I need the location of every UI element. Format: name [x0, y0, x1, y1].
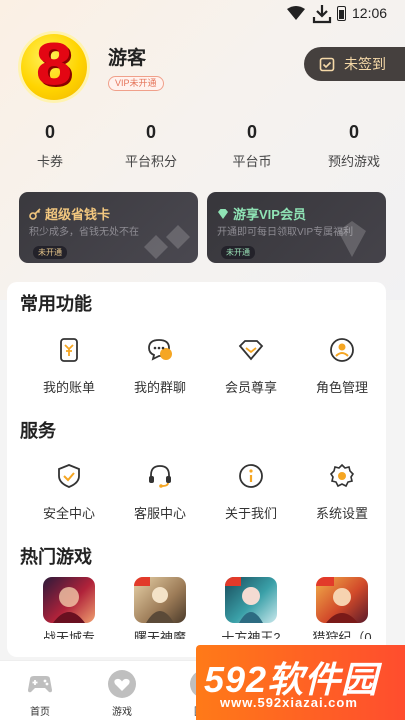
function-my-bill[interactable]: 我的账单	[24, 336, 114, 396]
game-name[interactable]: 战天城专	[24, 631, 114, 639]
stat-reserved-games[interactable]: 0 预约游戏	[304, 122, 404, 170]
stat-value: 0	[246, 122, 257, 142]
stat-value: 0	[348, 122, 359, 142]
vip-card-title: 游享VIP会员	[233, 207, 306, 222]
stat-coins[interactable]: 0 平台币	[202, 122, 302, 170]
savings-card[interactable]: 超级省钱卡 积少成多，省钱无处不在 未开通	[19, 192, 198, 263]
calendar-check-icon	[319, 57, 335, 72]
gamepad-icon	[28, 676, 52, 693]
nav-label: 首页	[30, 707, 50, 718]
stat-label: 卡券	[36, 154, 63, 169]
game-thumbnail[interactable]	[134, 577, 186, 623]
heart-icon	[108, 670, 136, 698]
vip-card-badge: 未开通	[221, 246, 255, 259]
status-time: 12:06	[352, 5, 388, 21]
checkin-label: 未签到	[344, 56, 386, 72]
bill-icon	[60, 338, 78, 362]
game-art-icon	[316, 577, 358, 623]
game-art-icon	[225, 577, 263, 623]
function-vip-privilege[interactable]: 会员尊享	[206, 336, 296, 396]
section-title-hot-games: 热门游戏	[20, 547, 92, 567]
function-label: 客服中心	[133, 506, 186, 521]
savings-card-title: 超级省钱卡	[45, 207, 111, 222]
game-thumbnail[interactable]	[316, 577, 368, 623]
stat-label: 预约游戏	[327, 154, 380, 169]
function-label: 关于我们	[224, 506, 277, 521]
watermark-url: www.592xiazai.com	[220, 695, 358, 710]
info-icon	[239, 464, 263, 488]
savings-card-title-row: 超级省钱卡	[29, 204, 110, 223]
shield-icon	[58, 464, 80, 488]
savings-card-desc: 积少成多，省钱无处不在	[29, 227, 139, 238]
nav-games[interactable]: 游戏	[92, 669, 152, 718]
status-bar: 12:06	[0, 0, 405, 28]
service-system-settings[interactable]: 系统设置	[297, 462, 387, 522]
avatar[interactable]: 8	[21, 34, 87, 100]
key-icon	[29, 207, 41, 220]
stat-points[interactable]: 0 平台积分	[101, 122, 201, 170]
function-label: 角色管理	[315, 380, 368, 395]
section-title-common: 常用功能	[20, 294, 92, 314]
headset-icon	[149, 465, 171, 488]
group-chat-icon	[148, 339, 172, 361]
stat-coupons[interactable]: 0 卡券	[0, 122, 100, 170]
vip-card-title-row: 游享VIP会员	[217, 204, 306, 223]
game-art-icon	[53, 587, 85, 623]
gear-icon	[329, 463, 355, 488]
vip-status-badge: VIP未开通	[108, 76, 164, 91]
function-label: 系统设置	[315, 506, 368, 521]
diamond-icon	[218, 208, 228, 219]
card-decoration-icon	[144, 225, 190, 259]
service-customer-center[interactable]: 客服中心	[115, 462, 205, 522]
nav-label: 游戏	[112, 707, 132, 718]
function-label: 我的群聊	[133, 380, 186, 395]
function-label: 我的账单	[42, 380, 95, 395]
vip-card[interactable]: 游享VIP会员 开通即可每日领取VIP专属福利 未开通	[207, 192, 386, 263]
game-name[interactable]: 猎狩纪（0	[297, 631, 387, 639]
function-label: 安全中心	[42, 506, 95, 521]
game-name[interactable]: 十方神王2	[206, 631, 296, 639]
service-about-us[interactable]: 关于我们	[206, 462, 296, 522]
stat-label: 平台积分	[124, 154, 177, 169]
function-group-chat[interactable]: 我的群聊	[115, 336, 205, 396]
diamond-icon	[238, 340, 264, 361]
game-thumbnail[interactable]	[43, 577, 95, 623]
wifi-icon	[287, 6, 305, 20]
game-name[interactable]: 曙天神魔	[115, 631, 205, 639]
stat-label: 平台币	[232, 154, 272, 169]
function-label: 会员尊享	[224, 380, 277, 395]
savings-card-badge: 未开通	[33, 246, 67, 259]
avatar-text: 8	[34, 33, 74, 98]
battery-icon	[337, 6, 346, 21]
nav-home[interactable]: 首页	[10, 669, 70, 718]
function-role-management[interactable]: 角色管理	[297, 336, 387, 396]
game-art-icon	[134, 577, 174, 623]
card-decoration-icon	[338, 221, 366, 257]
game-thumbnail[interactable]	[225, 577, 277, 623]
user-icon	[330, 338, 354, 362]
stat-value: 0	[44, 122, 55, 142]
download-icon	[312, 5, 332, 24]
stats-row: 0 卡券 0 平台积分 0 平台币 0 预约游戏	[0, 122, 405, 172]
stat-value: 0	[145, 122, 156, 142]
watermark: 592软件园 www.592xiazai.com	[196, 645, 405, 720]
section-title-service: 服务	[20, 421, 56, 441]
checkin-button[interactable]: 未签到	[304, 47, 405, 81]
service-security-center[interactable]: 安全中心	[24, 462, 114, 522]
username[interactable]: 游客	[108, 43, 146, 70]
